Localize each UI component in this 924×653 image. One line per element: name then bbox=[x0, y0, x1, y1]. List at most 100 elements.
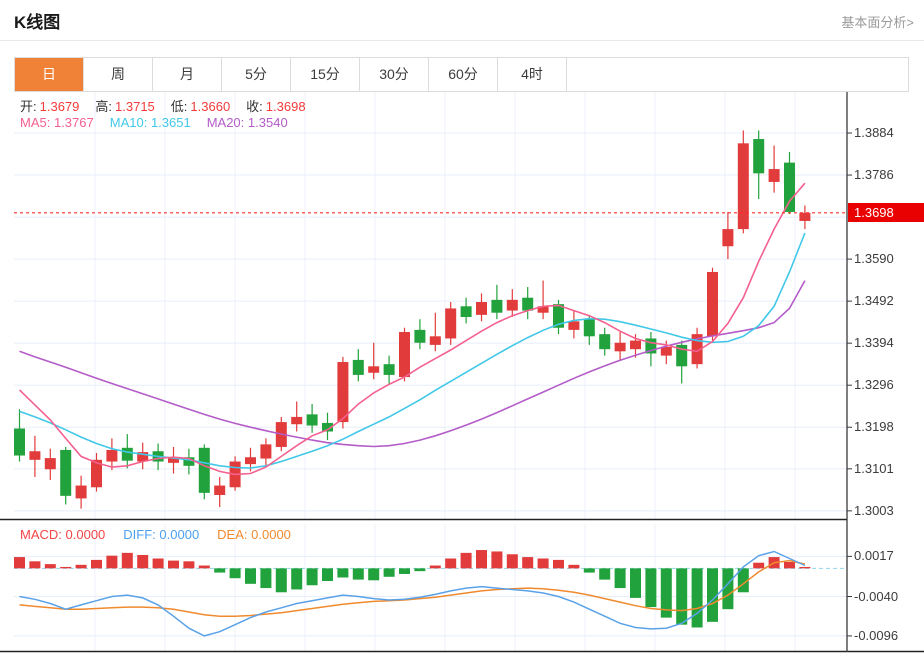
candle-body bbox=[522, 297, 534, 311]
macd-bar bbox=[522, 557, 534, 569]
macd-axis-label: -0.0096 bbox=[854, 627, 899, 643]
ma20-readout: MA20: 1.3540 bbox=[206, 115, 288, 130]
macd-bar bbox=[352, 568, 364, 580]
candle-body bbox=[29, 451, 41, 460]
candle-body bbox=[368, 366, 380, 373]
y-axis-label: 1.3492 bbox=[854, 293, 894, 309]
candle-body bbox=[737, 143, 749, 230]
candle-body bbox=[445, 308, 457, 339]
macd-bar bbox=[75, 564, 87, 569]
macd-axis-label: 0.0017 bbox=[854, 548, 894, 564]
y-axis-label: 1.3884 bbox=[854, 125, 894, 141]
candle-body bbox=[245, 457, 256, 465]
candle-body bbox=[753, 139, 765, 174]
macd-value: MACD: 0.0000 bbox=[20, 527, 106, 542]
tab-month[interactable]: 月 bbox=[153, 58, 222, 91]
candle-body bbox=[722, 229, 734, 247]
tab-5min[interactable]: 5分 bbox=[222, 58, 291, 91]
tab-week[interactable]: 周 bbox=[84, 58, 153, 91]
open-value: 1.3679 bbox=[39, 99, 80, 114]
macd-bar bbox=[198, 565, 210, 569]
macd-bar bbox=[368, 568, 380, 581]
tab-4hour[interactable]: 4时 bbox=[498, 58, 567, 91]
candle-body bbox=[429, 336, 441, 345]
candle-body bbox=[352, 359, 364, 375]
low-label: 低: bbox=[170, 99, 188, 114]
candle-body bbox=[660, 347, 672, 356]
tab-bar-filler bbox=[567, 58, 908, 91]
candle-body bbox=[14, 428, 25, 456]
close-label: 收: bbox=[246, 99, 263, 114]
macd-bar bbox=[399, 568, 410, 574]
y-axis-label: 1.3590 bbox=[854, 251, 894, 267]
current-price-badge: 1.3698 bbox=[848, 203, 924, 223]
tab-60min[interactable]: 60分 bbox=[429, 58, 498, 91]
macd-bar bbox=[614, 568, 626, 589]
period-tab-bar: 日 周 月 5分 15分 30分 60分 4时 bbox=[14, 57, 909, 92]
candle-body bbox=[460, 306, 472, 318]
candle-body bbox=[630, 340, 641, 350]
macd-bar bbox=[14, 557, 25, 569]
macd-bar bbox=[676, 568, 688, 625]
high-value: 1.3715 bbox=[115, 99, 155, 114]
candle-body bbox=[44, 458, 56, 470]
y-axis-label: 1.3394 bbox=[854, 335, 894, 351]
macd-axis-label: -0.0040 bbox=[854, 588, 899, 604]
open-label: 开: bbox=[20, 99, 37, 114]
macd-bar bbox=[260, 568, 272, 589]
dea-value: DEA: 0.0000 bbox=[217, 527, 291, 542]
ohlc-readout: 开: 1.3679 高: 1.3715 低: 1.3660 收: 1.3698 bbox=[20, 96, 322, 115]
diff-value: DIFF: 0.0000 bbox=[123, 527, 200, 542]
low-value: 1.3660 bbox=[190, 99, 231, 114]
macd-bar bbox=[168, 560, 179, 569]
macd-bar bbox=[91, 559, 102, 569]
tab-day[interactable]: 日 bbox=[15, 58, 84, 91]
candle-body bbox=[506, 299, 518, 311]
macd-bar bbox=[44, 564, 56, 569]
close-value: 1.3698 bbox=[265, 99, 306, 114]
candle-body bbox=[291, 416, 303, 425]
macd-bar bbox=[445, 558, 457, 569]
candle-body bbox=[784, 162, 795, 212]
macd-bar bbox=[322, 568, 333, 582]
tab-15min[interactable]: 15分 bbox=[291, 58, 360, 91]
macd-bar bbox=[599, 568, 611, 580]
tab-30min[interactable]: 30分 bbox=[360, 58, 429, 91]
candle-body bbox=[75, 485, 87, 499]
candle-body bbox=[491, 299, 503, 313]
macd-bar bbox=[460, 552, 472, 569]
candle-body bbox=[568, 321, 580, 330]
ma5-readout: MA5: 1.3767 bbox=[20, 115, 94, 130]
y-axis-label: 1.3101 bbox=[854, 460, 894, 476]
ma10-readout: MA10: 1.3651 bbox=[109, 115, 191, 130]
candle-body bbox=[707, 271, 718, 337]
macd-bar bbox=[229, 568, 241, 579]
candle-body bbox=[476, 301, 487, 315]
macd-bar bbox=[29, 561, 41, 569]
candle-body bbox=[260, 444, 272, 459]
macd-bar bbox=[275, 568, 287, 593]
candle-body bbox=[337, 362, 349, 423]
macd-bar bbox=[691, 568, 703, 628]
y-axis-label: 1.3786 bbox=[854, 167, 894, 183]
macd-bar bbox=[383, 568, 395, 577]
macd-bar bbox=[106, 555, 118, 569]
candle-body bbox=[60, 449, 72, 496]
candle-body bbox=[768, 169, 780, 182]
macd-bar bbox=[429, 565, 441, 569]
candle-body bbox=[306, 414, 318, 426]
y-axis-label: 1.3003 bbox=[854, 502, 894, 518]
candle-body bbox=[198, 447, 210, 493]
macd-bar bbox=[414, 568, 426, 572]
macd-bar bbox=[291, 568, 303, 590]
macd-bar bbox=[245, 568, 256, 584]
y-axis-label: 1.3198 bbox=[854, 419, 894, 435]
macd-bar bbox=[799, 566, 811, 569]
macd-bar bbox=[183, 561, 195, 569]
candle-body bbox=[399, 332, 410, 378]
macd-bar bbox=[137, 554, 149, 569]
candle-body bbox=[599, 334, 611, 350]
candle-body bbox=[121, 447, 133, 461]
macd-bar bbox=[583, 568, 595, 573]
ma5-line bbox=[18, 182, 806, 476]
